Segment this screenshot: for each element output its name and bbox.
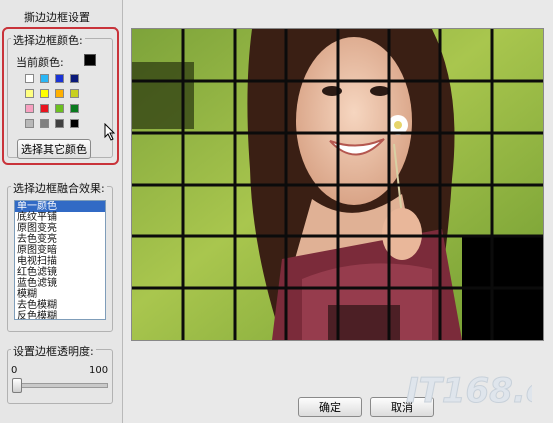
color-swatch[interactable] xyxy=(55,89,64,98)
blend-effect-list[interactable]: 单一颜色 底纹平铺 原图变亮 去色变亮 原图变暗 电视扫描 红色滤镜 蓝色滤镜 … xyxy=(14,200,106,320)
color-swatch[interactable] xyxy=(55,119,64,128)
it168-watermark: IT168.com xyxy=(406,371,533,412)
list-item[interactable]: 原图变暗 xyxy=(15,245,105,256)
color-swatch[interactable] xyxy=(70,89,79,98)
blend-effect-legend: 选择边框融合效果: xyxy=(11,180,107,196)
border-color-legend: 选择边框颜色: xyxy=(11,32,85,48)
color-swatch[interactable] xyxy=(55,74,64,83)
blend-effect-group: 选择边框融合效果: 单一颜色 底纹平铺 原图变亮 去色变亮 原图变暗 电视扫描 … xyxy=(7,180,113,332)
color-swatch[interactable] xyxy=(55,104,64,113)
opacity-legend: 设置边框透明度: xyxy=(11,343,96,359)
list-item[interactable]: 红色滤镜 xyxy=(15,267,105,278)
list-item[interactable]: 去色变亮 xyxy=(15,234,105,245)
color-swatch[interactable] xyxy=(70,104,79,113)
watermark-text: IT168.com xyxy=(406,371,532,411)
list-item[interactable]: 原图变亮 xyxy=(15,223,105,234)
preview-image xyxy=(132,29,543,340)
panel-separator xyxy=(122,0,123,423)
list-item[interactable]: 模糊 xyxy=(15,289,105,300)
current-color-label: 当前颜色: xyxy=(16,56,64,69)
ok-button[interactable]: 确定 xyxy=(298,397,362,417)
color-swatch[interactable] xyxy=(25,104,34,113)
color-swatch[interactable] xyxy=(40,89,49,98)
settings-panel: 撕边边框设置 选择边框颜色: 当前颜色: 选择其它颜色 选择边框融合效果: 单一… xyxy=(0,0,122,423)
opacity-slider-thumb[interactable] xyxy=(12,378,22,393)
color-swatch[interactable] xyxy=(40,104,49,113)
mouse-cursor-icon xyxy=(104,123,116,141)
opacity-group: 设置边框透明度: 0 100 xyxy=(7,343,113,404)
title-divider xyxy=(6,27,116,28)
list-item[interactable]: 去色模糊 xyxy=(15,300,105,311)
border-color-group: 选择边框颜色: 当前颜色: 选择其它颜色 xyxy=(7,32,113,159)
choose-other-color-button[interactable]: 选择其它颜色 xyxy=(17,139,91,159)
panel-title: 撕边边框设置 xyxy=(24,11,90,24)
opacity-max-label: 100 xyxy=(89,365,109,376)
current-color-swatch[interactable] xyxy=(84,54,96,66)
opacity-slider-track[interactable] xyxy=(14,383,108,388)
color-swatch[interactable] xyxy=(40,74,49,83)
list-item[interactable]: 反色模糊 xyxy=(15,311,105,319)
color-swatch[interactable] xyxy=(25,119,34,128)
opacity-min-label: 0 xyxy=(11,365,18,376)
color-swatch[interactable] xyxy=(25,74,34,83)
color-swatch[interactable] xyxy=(40,119,49,128)
color-swatch[interactable] xyxy=(70,74,79,83)
list-item[interactable]: 底纹平铺 xyxy=(15,212,105,223)
list-item[interactable]: 电视扫描 xyxy=(15,256,105,267)
list-item[interactable]: 蓝色滤镜 xyxy=(15,278,105,289)
list-item[interactable]: 单一颜色 xyxy=(15,201,105,212)
image-preview xyxy=(131,28,544,341)
color-swatch[interactable] xyxy=(25,89,34,98)
color-swatch[interactable] xyxy=(70,119,79,128)
